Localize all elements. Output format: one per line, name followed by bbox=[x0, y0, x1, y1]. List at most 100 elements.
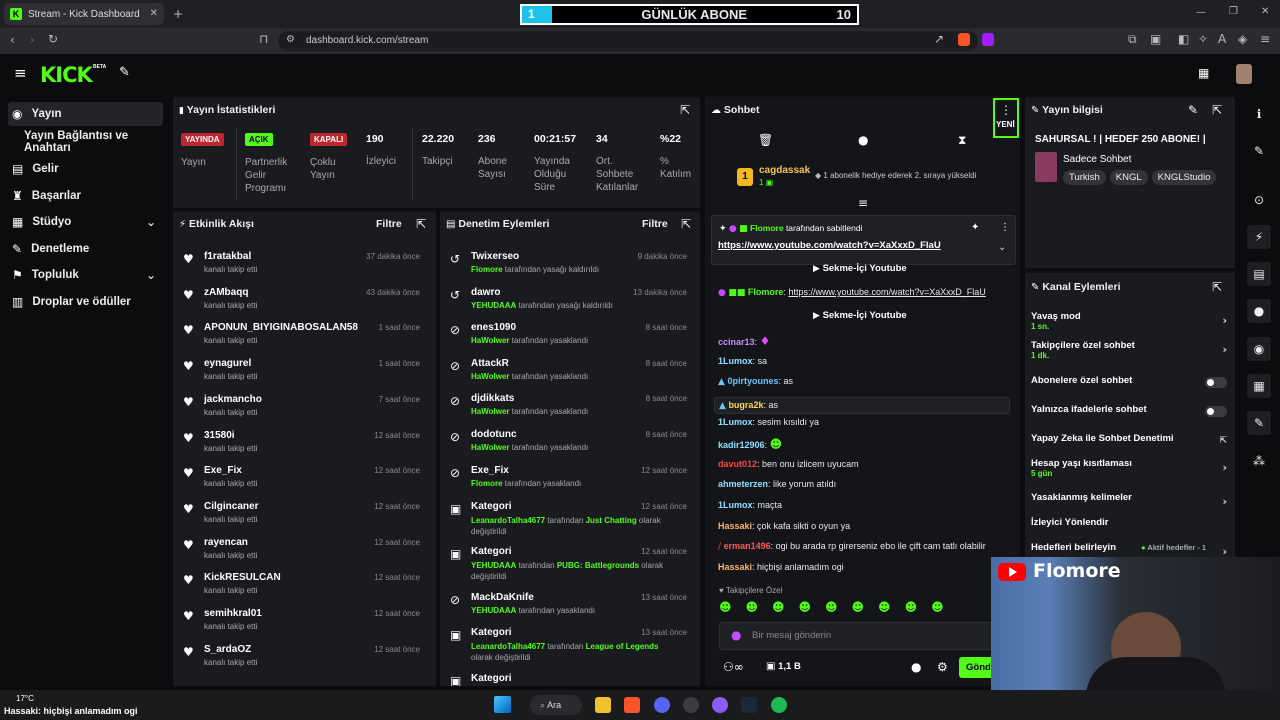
chat-username[interactable]: Flomore bbox=[748, 287, 784, 297]
moderation-filter-button[interactable]: Filtre bbox=[642, 218, 668, 230]
menu-icon[interactable]: ≡ bbox=[1260, 33, 1270, 45]
channel-points[interactable]: ▣ 1,1 B bbox=[766, 661, 801, 672]
mod-target[interactable]: Twixerseo bbox=[471, 251, 519, 262]
chat-username[interactable]: Hassaki bbox=[718, 562, 752, 572]
sidebar-item-topluluk[interactable]: ⚑ Topluluk bbox=[8, 263, 163, 287]
sidebar-item-droplar[interactable]: ▥ Droplar ve ödüller bbox=[8, 290, 163, 314]
chat-username[interactable]: 1Lumox bbox=[718, 417, 753, 427]
emote-row[interactable]: ☻☻☻☻☻☻☻☻☻ bbox=[719, 600, 984, 615]
activity-user[interactable]: Cilgincaner bbox=[204, 501, 258, 512]
vpn-icon[interactable]: ◈ bbox=[1238, 33, 1247, 45]
more-icon[interactable]: ⋮ bbox=[1000, 223, 1010, 233]
activity-row[interactable]: ♥ KickRESULCAN kanalı takip etti 12 saat ön… bbox=[173, 570, 428, 606]
activity-row[interactable]: ♥ Cilgincaner kanalı takip etti 12 saat önc… bbox=[173, 499, 428, 535]
moderator[interactable]: HaWolwer bbox=[471, 407, 510, 416]
chat-username[interactable]: 0pirtyounes bbox=[727, 376, 778, 386]
extensions-icon[interactable]: ⧉ bbox=[1128, 33, 1137, 45]
mod-target[interactable]: Exe_Fix bbox=[471, 465, 509, 476]
moderation-row[interactable]: ⊘ MackDaKnife YEHUDAAA tarafından yasaklan… bbox=[440, 590, 695, 626]
activity-user[interactable]: eynagurel bbox=[204, 358, 251, 369]
obs-icon[interactable] bbox=[712, 697, 728, 713]
tool-icon[interactable]: ✎ bbox=[119, 66, 130, 79]
tag-chip[interactable]: KNGL bbox=[1109, 170, 1148, 185]
chat-username[interactable]: bugra2k bbox=[728, 400, 763, 410]
popout-icon[interactable]: ⇱ bbox=[681, 218, 691, 230]
activity-row[interactable]: ♥ semihkral01 kanalı takip etti 12 saat önc… bbox=[173, 606, 428, 642]
toggle-switch[interactable] bbox=[1205, 377, 1227, 388]
minimize-icon[interactable]: — bbox=[1196, 8, 1206, 18]
activity-filter-button[interactable]: Filtre bbox=[376, 218, 402, 230]
back-icon[interactable]: ‹ bbox=[10, 34, 15, 46]
category-row[interactable]: ▣ Kategori bbox=[440, 671, 695, 686]
spotify-icon[interactable] bbox=[771, 697, 787, 713]
activity-user[interactable]: 31580i bbox=[204, 430, 235, 441]
broadcast-icon[interactable]: ◉ bbox=[1247, 337, 1271, 361]
mod-target[interactable]: enes1090 bbox=[471, 322, 516, 333]
weather-temp[interactable]: 17°C bbox=[16, 694, 34, 703]
hourglass-icon[interactable]: ⧗ bbox=[958, 134, 966, 146]
pin-icon[interactable]: ✦ bbox=[971, 223, 979, 233]
moderator[interactable]: HaWolwer bbox=[471, 372, 510, 381]
category-row[interactable]: ▣ Kategori LeanardoTalha4677 tarafından Le… bbox=[440, 625, 695, 669]
expand-icon[interactable]: ≡ bbox=[858, 197, 868, 209]
gear-icon[interactable]: ⚙ bbox=[937, 661, 948, 673]
translate-icon[interactable]: A bbox=[1218, 33, 1226, 45]
mod-target[interactable]: MackDaKnife bbox=[471, 592, 534, 603]
taskbar-search[interactable]: ⌕ Ara bbox=[530, 695, 582, 715]
share-icon[interactable]: ↗ bbox=[934, 33, 944, 45]
sidebar-item-stream-key[interactable]: Yayın Bağlantısı ve Anahtarı bbox=[20, 130, 170, 154]
inapp-youtube-2[interactable]: ▶ Sekme-İçi Youtube bbox=[813, 310, 907, 321]
activity-row[interactable]: ♥ Exe_Fix kanalı takip etti 12 saat önce bbox=[173, 463, 428, 499]
moderator[interactable]: Flomore bbox=[471, 479, 503, 488]
windows-start-icon[interactable] bbox=[494, 696, 511, 713]
moderator[interactable]: YEHUDAAA bbox=[471, 301, 516, 310]
activity-row[interactable]: ♥ zAMbaqq kanalı takip etti 43 dakika önce bbox=[173, 285, 428, 321]
activity-user[interactable]: zAMbaqq bbox=[204, 287, 248, 298]
list-icon[interactable]: ▤ bbox=[1247, 262, 1271, 286]
avatar[interactable] bbox=[1236, 64, 1252, 84]
info-icon[interactable]: ℹ bbox=[1247, 102, 1271, 126]
moderator[interactable]: LeanardoTalha4677 bbox=[471, 516, 545, 525]
activity-row[interactable]: ♥ APONUN_BIYIGINABOSALAN58 kanalı takip et… bbox=[173, 320, 428, 356]
popout-icon[interactable]: ⇱ bbox=[416, 218, 426, 230]
chat-username[interactable]: ccinar13 bbox=[718, 337, 755, 347]
channel-action-row[interactable]: Yavaş mod 1 sn. › bbox=[1031, 311, 1227, 331]
brave-icon[interactable] bbox=[624, 697, 640, 713]
activity-user[interactable]: jackmancho bbox=[204, 394, 262, 405]
moderation-row[interactable]: ⊘ AttackR HaWolwer tarafından yasaklandı 8 … bbox=[440, 356, 695, 392]
bolt-icon[interactable]: ⚡ bbox=[1247, 225, 1271, 249]
chat-bubble-icon[interactable]: ● bbox=[911, 661, 921, 673]
activity-user[interactable]: KickRESULCAN bbox=[204, 572, 281, 583]
sidebar-item-basarilar[interactable]: ♜ Başarılar bbox=[8, 184, 163, 208]
chat-bubble-icon[interactable]: ● bbox=[858, 134, 868, 146]
channel-action-row[interactable]: Yasaklanmış kelimeler › bbox=[1031, 492, 1227, 508]
chat-username[interactable]: 1Lumox bbox=[718, 356, 753, 366]
pinned-link[interactable]: https://www.youtube.com/watch?v=XaXxxD_F… bbox=[718, 240, 941, 251]
new-tab-icon[interactable]: + bbox=[173, 8, 183, 20]
moderation-row[interactable]: ↺ Twixerseo Flomore tarafından yasağı kald… bbox=[440, 249, 695, 285]
stats-icon[interactable]: ▦ bbox=[1247, 374, 1271, 398]
url-field[interactable]: dashboard.kick.com/stream bbox=[278, 31, 978, 51]
popout-icon[interactable]: ⇱ bbox=[1212, 104, 1222, 116]
app-icon[interactable] bbox=[683, 697, 699, 713]
activity-row[interactable]: ♥ f1ratakbal kanalı takip etti 37 dakika ön… bbox=[173, 249, 428, 285]
file-explorer-icon[interactable] bbox=[595, 697, 611, 713]
gift-user[interactable]: cagdassak bbox=[759, 165, 810, 176]
wrench-icon[interactable]: ✎ bbox=[1247, 411, 1271, 435]
channel-action-row[interactable]: Yapay Zeka ile Sohbet Denetimi ⇱ bbox=[1031, 433, 1227, 446]
bookmark-icon[interactable]: ⊓ bbox=[259, 33, 268, 45]
close-window-icon[interactable]: ✕ bbox=[1261, 7, 1269, 17]
channel-action-row[interactable]: Takipçilere özel sohbet 1 dk. › bbox=[1031, 340, 1227, 360]
channel-action-row[interactable]: Hedefleri belirleyin ● Aktif hedefler - 1… bbox=[1031, 542, 1227, 558]
chevron-right-icon[interactable]: › bbox=[1222, 461, 1227, 474]
chat-username[interactable]: kadir12906 bbox=[718, 440, 765, 450]
mod-target[interactable]: dodotunc bbox=[471, 429, 517, 440]
edit-icon[interactable]: ✎ bbox=[1247, 139, 1271, 163]
leo-icon[interactable]: ✧ bbox=[1198, 33, 1208, 45]
sidebar-item-studyo[interactable]: ▦ Stüdyo bbox=[8, 210, 163, 234]
chat-username[interactable]: davut012 bbox=[718, 459, 757, 469]
target-icon[interactable]: ⊙ bbox=[1247, 188, 1271, 212]
activity-row[interactable]: ♥ rayencan kanalı takip etti 12 saat önce bbox=[173, 535, 428, 571]
sidebar-item-denetleme[interactable]: ✎ Denetleme bbox=[8, 237, 163, 261]
inapp-youtube-1[interactable]: ▶ Sekme-İçi Youtube bbox=[813, 263, 907, 274]
